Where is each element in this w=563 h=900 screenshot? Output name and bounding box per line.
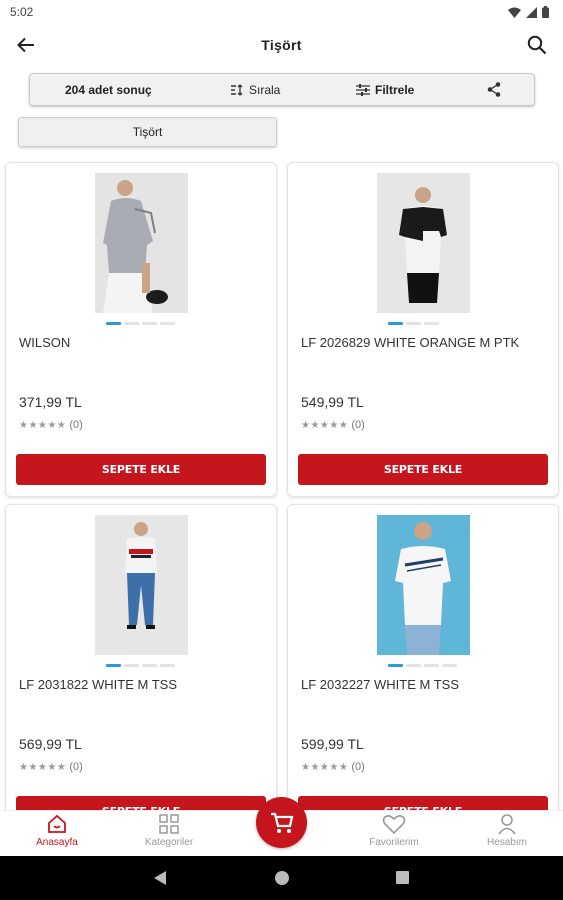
product-price: 569,99 TL (19, 736, 82, 752)
user-icon (498, 814, 516, 835)
recents-square-icon[interactable] (395, 870, 410, 885)
status-icons (508, 6, 549, 18)
image-carousel-dots (106, 322, 175, 325)
sort-icon (231, 83, 243, 96)
review-count: (0) (351, 761, 365, 773)
share-button[interactable] (487, 82, 501, 97)
result-count: 204 adet sonuç (65, 82, 152, 97)
heart-icon (382, 815, 406, 835)
grid-icon (159, 814, 179, 834)
add-to-cart-button[interactable]: SEPETE EKLE (298, 796, 548, 810)
product-name[interactable]: WILSON (19, 335, 70, 350)
page-title: Tişört (261, 37, 302, 53)
cart-button[interactable] (256, 797, 307, 848)
search-button[interactable] (519, 27, 555, 63)
product-card[interactable]: LF 2031822 WHITE M TSS 569,99 TL ★★★★★ (… (5, 504, 277, 810)
add-to-cart-button[interactable]: SEPETE EKLE (16, 454, 266, 485)
back-triangle-icon[interactable] (152, 870, 168, 886)
filter-sliders-icon (356, 83, 370, 96)
sort-button[interactable]: Sırala (230, 83, 280, 97)
signal-icon (526, 6, 537, 18)
back-button[interactable] (8, 27, 44, 63)
star-rating-icon: ★★★★★ (301, 761, 349, 773)
product-image[interactable] (95, 173, 188, 313)
filter-label: Filtrele (375, 82, 415, 97)
product-price: 549,99 TL (301, 394, 364, 410)
star-rating-icon: ★★★★★ (301, 419, 349, 431)
product-rating: ★★★★★ (0) (301, 419, 365, 431)
star-rating-icon: ★★★★★ (19, 761, 67, 773)
image-carousel-dots (388, 322, 439, 325)
nav-account-label: Hesabım (486, 837, 527, 848)
wifi-icon (508, 7, 521, 18)
star-rating-icon: ★★★★★ (19, 419, 67, 431)
nav-categories[interactable]: Kategoriler (124, 813, 214, 848)
product-price: 599,99 TL (301, 736, 364, 752)
status-time: 5:02 (10, 5, 34, 19)
battery-icon (542, 6, 549, 18)
app-bar: Tişört (0, 24, 563, 66)
image-carousel-dots (106, 664, 175, 667)
review-count: (0) (69, 761, 83, 773)
product-name[interactable]: LF 2026829 WHITE ORANGE M PTK (301, 335, 519, 350)
add-to-cart-button[interactable]: SEPETE EKLE (16, 796, 266, 810)
product-card[interactable]: LF 2032227 WHITE M TSS 599,99 TL ★★★★★ (… (287, 504, 559, 810)
home-icon (48, 814, 66, 833)
product-rating: ★★★★★ (0) (301, 761, 365, 773)
product-image[interactable] (95, 515, 188, 655)
system-navigation-bar (0, 856, 563, 900)
results-toolbar: 204 adet sonuç Sırala Filtrele (29, 73, 535, 106)
nav-favorites[interactable]: Favorilerim (349, 813, 439, 848)
category-filter-chip[interactable]: Tişört (18, 117, 277, 147)
product-image[interactable] (377, 173, 470, 313)
nav-home-label: Anasayfa (36, 837, 78, 848)
filter-button[interactable]: Filtrele (356, 83, 414, 97)
review-count: (0) (351, 419, 365, 431)
product-image[interactable] (377, 515, 470, 655)
product-card[interactable]: LF 2026829 WHITE ORANGE M PTK 549,99 TL … (287, 162, 559, 497)
review-count: (0) (69, 419, 83, 431)
nav-favorites-label: Favorilerim (369, 837, 419, 848)
shopping-cart-icon (270, 812, 293, 833)
product-name[interactable]: LF 2031822 WHITE M TSS (19, 677, 177, 692)
home-circle-icon[interactable] (274, 870, 290, 886)
product-name[interactable]: LF 2032227 WHITE M TSS (301, 677, 459, 692)
product-price: 371,99 TL (19, 394, 82, 410)
sort-label: Sırala (249, 82, 281, 97)
status-bar: 5:02 (0, 0, 563, 24)
search-icon (527, 35, 547, 55)
image-carousel-dots (388, 664, 457, 667)
product-grid: WILSON 371,99 TL ★★★★★ (0) SEPETE EKLE L… (0, 160, 563, 810)
product-card[interactable]: WILSON 371,99 TL ★★★★★ (0) SEPETE EKLE (5, 162, 277, 497)
nav-categories-label: Kategoriler (144, 837, 194, 848)
product-rating: ★★★★★ (0) (19, 419, 83, 431)
share-icon (487, 82, 501, 97)
arrow-left-icon (17, 37, 34, 53)
nav-home[interactable]: Anasayfa (12, 813, 102, 848)
product-rating: ★★★★★ (0) (19, 761, 83, 773)
nav-account[interactable]: Hesabım (462, 813, 552, 848)
add-to-cart-button[interactable]: SEPETE EKLE (298, 454, 548, 485)
